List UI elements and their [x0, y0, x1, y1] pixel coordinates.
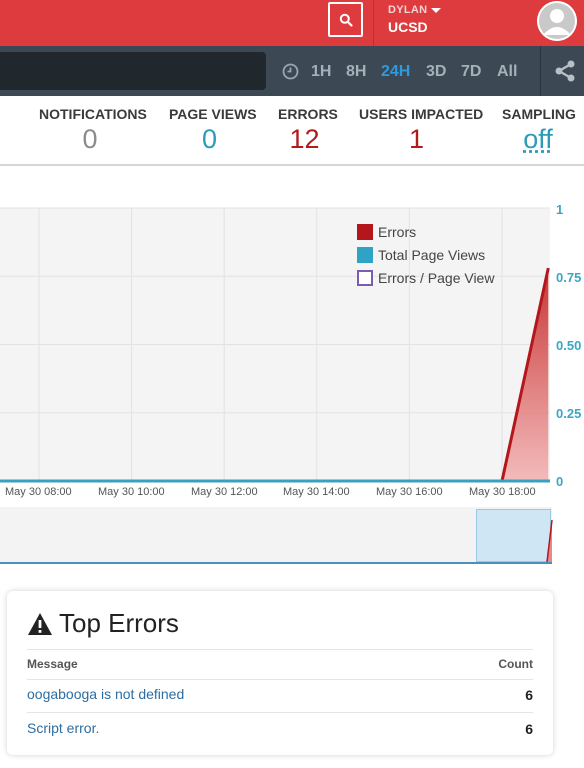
error-message-link[interactable]: Script error.: [27, 720, 99, 736]
filter-input[interactable]: [0, 52, 266, 90]
errors-chart: [0, 207, 550, 483]
error-count: 6: [525, 721, 533, 737]
stat-value: 0: [82, 124, 98, 154]
legend-label: Total Page Views: [378, 246, 486, 263]
y-tick: 1: [556, 202, 564, 217]
legend-swatch-page-views: [357, 246, 373, 263]
range-24h[interactable]: 24H: [381, 63, 410, 81]
org-name[interactable]: UCSD: [388, 19, 428, 35]
x-tick: May 30 08:00: [5, 486, 72, 498]
divider: [27, 649, 533, 650]
column-header-count: Count: [498, 657, 533, 671]
x-tick: May 30 12:00: [191, 486, 258, 498]
stat-label: ERRORS: [278, 106, 338, 122]
y-tick: 0: [556, 474, 564, 489]
top-divider: [373, 0, 374, 46]
y-tick: 0.50: [556, 338, 582, 353]
x-tick: May 30 16:00: [376, 486, 443, 498]
range-all[interactable]: All: [497, 63, 517, 81]
legend-item-errors-per-view[interactable]: Errors / Page View: [357, 266, 494, 289]
error-message-link[interactable]: oogabooga is not defined: [27, 686, 184, 702]
y-tick: 0.75: [556, 270, 582, 285]
legend-item-errors[interactable]: Errors: [357, 220, 494, 243]
stat-users-impacted: USERS IMPACTED 1: [359, 106, 484, 155]
chart-navigator[interactable]: [0, 507, 552, 564]
user-name: DYLAN: [388, 4, 428, 16]
user-avatar-icon: [537, 1, 577, 41]
stat-value: 1: [408, 124, 425, 154]
legend-label: Errors / Page View: [378, 269, 495, 286]
legend-item-page-views[interactable]: Total Page Views: [357, 243, 494, 266]
stat-notifications: NOTIFICATIONS 0: [39, 106, 147, 155]
x-tick: May 30 18:00: [469, 486, 536, 498]
divider: [27, 679, 533, 680]
warning-icon: [28, 612, 52, 635]
range-8h[interactable]: 8H: [346, 63, 366, 81]
stat-page-views: PAGE VIEWS 0: [169, 106, 257, 155]
time-range-bar: 1H 8H 24H 3D 7D All: [0, 46, 584, 96]
navigator-spike: [546, 519, 553, 562]
divider: [27, 712, 533, 713]
legend-swatch-errors: [357, 223, 373, 240]
column-header-message: Message: [27, 657, 78, 671]
avatar[interactable]: [537, 1, 577, 41]
search-button[interactable]: [328, 2, 363, 37]
stats-divider: [0, 164, 584, 166]
x-tick: May 30 14:00: [283, 486, 350, 498]
error-count: 6: [525, 687, 533, 703]
card-title-text: Top Errors: [59, 608, 179, 638]
legend-swatch-errors-per-view: [357, 269, 373, 286]
top-bar: DYLAN UCSD: [0, 0, 584, 46]
navigator-selection[interactable]: [476, 509, 551, 562]
stat-label: PAGE VIEWS: [169, 106, 257, 122]
share-icon[interactable]: [553, 59, 577, 83]
card-title: Top Errors: [27, 608, 179, 639]
toolbar-divider: [540, 46, 541, 96]
stat-label: NOTIFICATIONS: [39, 106, 147, 122]
y-tick: 0.25: [556, 406, 582, 421]
range-1h[interactable]: 1H: [311, 63, 331, 81]
clock-icon: [282, 63, 299, 80]
stat-label: USERS IMPACTED: [359, 106, 484, 122]
stat-sampling[interactable]: SAMPLING off: [502, 106, 576, 155]
range-7d[interactable]: 7D: [461, 63, 481, 81]
stat-label: SAMPLING: [502, 106, 576, 122]
stat-value: 0: [201, 124, 218, 154]
search-icon: [339, 13, 353, 27]
stat-value[interactable]: off: [502, 124, 574, 155]
chart-legend: Errors Total Page Views Errors / Page Vi…: [357, 220, 494, 289]
x-tick: May 30 10:00: [98, 486, 165, 498]
stat-value: 12: [289, 124, 320, 154]
user-menu[interactable]: DYLAN: [388, 4, 442, 16]
legend-label: Errors: [378, 223, 417, 240]
stat-errors: ERRORS 12: [278, 106, 338, 155]
range-3d[interactable]: 3D: [426, 63, 446, 81]
top-errors-card: Top Errors Message Count oogabooga is no…: [7, 591, 553, 755]
chevron-down-icon: [431, 7, 442, 13]
